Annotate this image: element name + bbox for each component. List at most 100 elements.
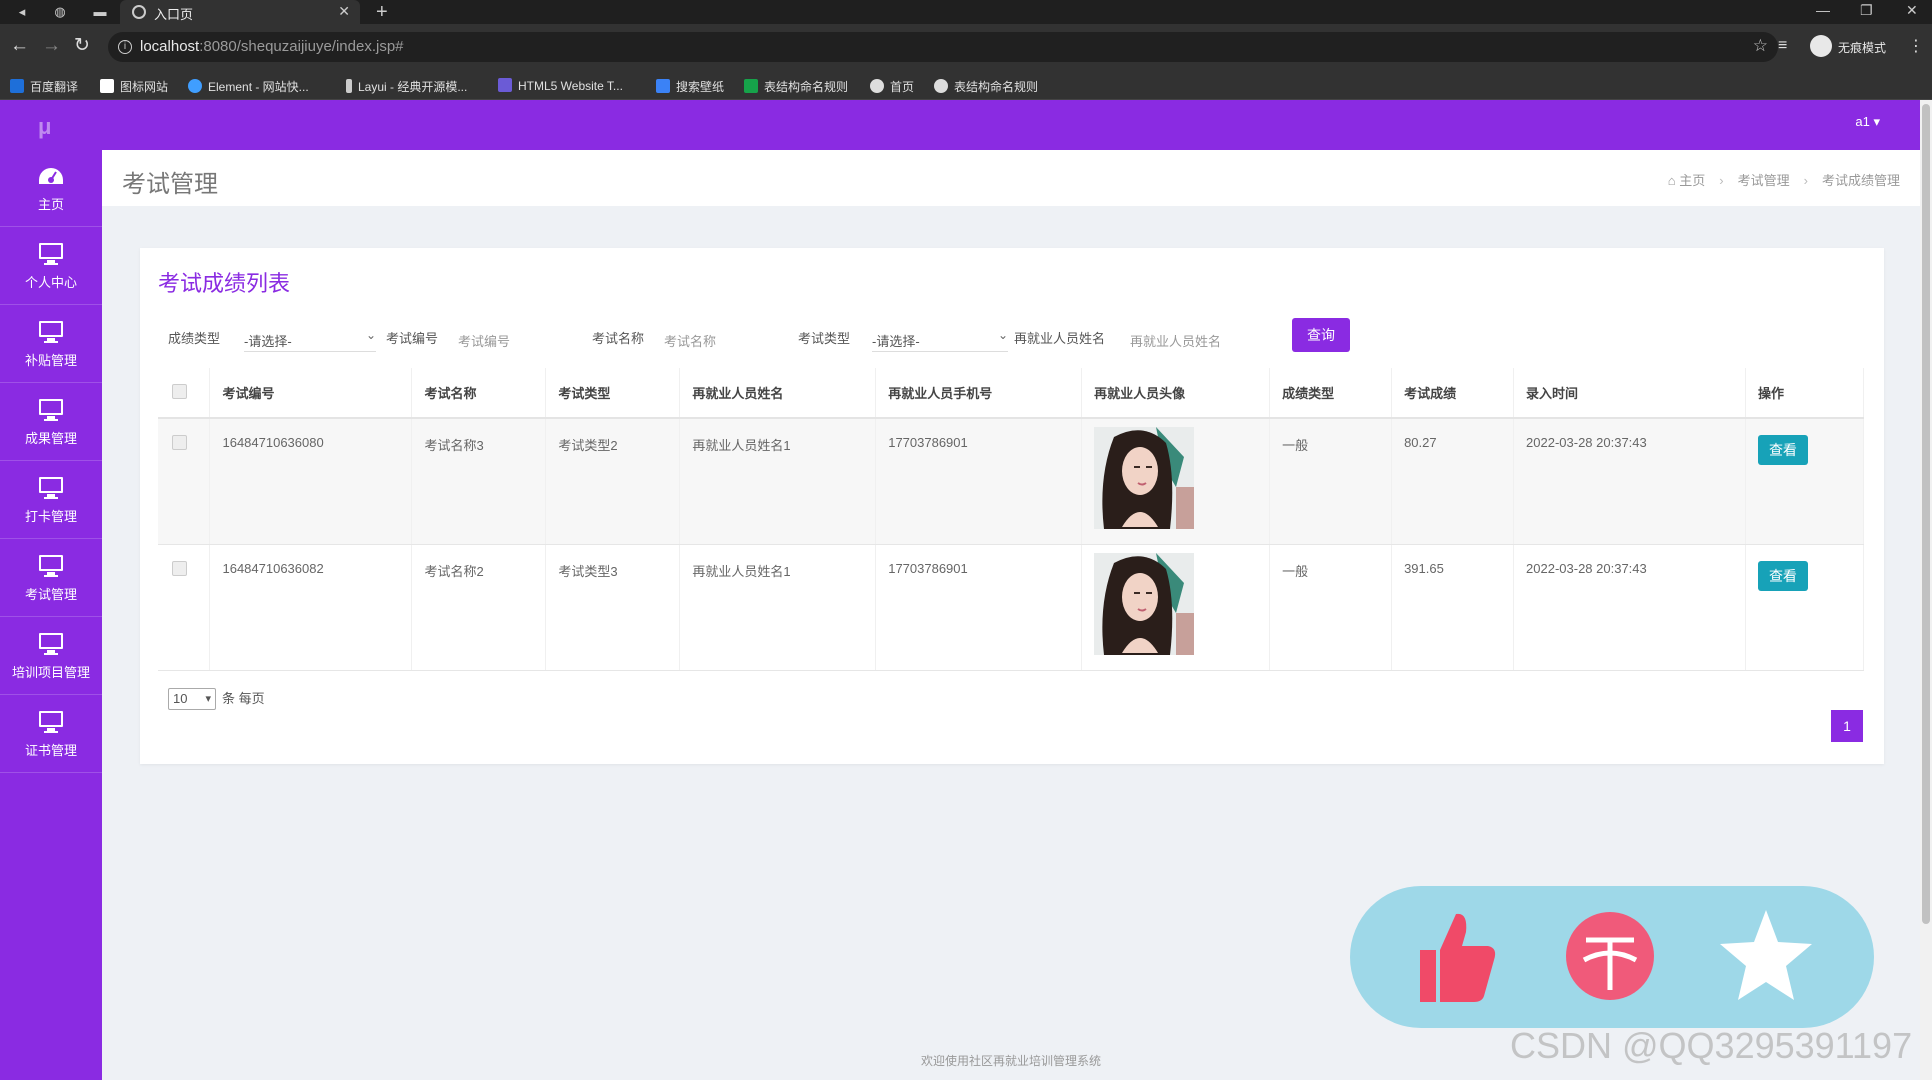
column-header[interactable]: 考试成绩 <box>1391 368 1515 419</box>
monitor-icon <box>39 321 63 343</box>
breadcrumb-separator-icon: › <box>1803 173 1808 188</box>
app-logo: μ <box>38 114 52 139</box>
bookmark-item[interactable]: 百度翻译 <box>10 78 78 95</box>
home-icon: ⌂ <box>1667 173 1680 188</box>
reading-list-icon[interactable]: ≡ <box>1778 37 1787 55</box>
back-icon[interactable]: ← <box>10 36 29 56</box>
column-header[interactable]: 考试名称 <box>411 368 547 419</box>
column-header[interactable]: 再就业人员手机号 <box>875 368 1083 419</box>
sidebar-item-label: 培训项目管理 <box>11 665 90 680</box>
bookmark-item[interactable]: 图标网站 <box>100 78 168 95</box>
sidebar-item-exams[interactable]: 考试管理 <box>0 540 102 617</box>
avatar[interactable] <box>1094 552 1195 655</box>
bookmark-item[interactable]: HTML5 Website T... <box>498 78 623 93</box>
exam-no-placeholder: 考试编号 <box>458 334 511 349</box>
browser-menu-icon[interactable]: ⋮ <box>1908 36 1924 56</box>
cell-actions: 查看 <box>1745 544 1865 671</box>
bookmark-item[interactable]: 表结构命名规则 <box>744 78 848 95</box>
card-title: 考试成绩列表 <box>158 271 291 296</box>
sidebar-item-checkin[interactable]: 打卡管理 <box>0 462 102 539</box>
forward-icon[interactable]: → <box>42 36 61 56</box>
row-select-cell <box>158 418 211 545</box>
url-host: localhost <box>140 38 200 55</box>
social-overlay <box>1350 886 1874 1028</box>
bookmark-item[interactable]: 搜索壁纸 <box>656 78 724 95</box>
bookmark-label: 图标网站 <box>120 80 169 94</box>
sidebar: 主页 个人中心 补贴管理 成果管理 打卡管理 考试管理 培训项目管理 证书管理 <box>0 150 102 1080</box>
globe-icon[interactable]: ◍ <box>52 4 68 20</box>
exam-type-select[interactable]: -请选择- ⌄ <box>872 324 1008 352</box>
user-menu[interactable]: a1 ▾ <box>1855 114 1880 130</box>
page-scrollbar[interactable] <box>1920 100 1932 1080</box>
sidebar-item-home[interactable]: 主页 <box>0 150 102 227</box>
select-all-checkbox[interactable] <box>172 383 187 399</box>
column-header[interactable]: 再就业人员头像 <box>1081 368 1271 419</box>
score-type-select[interactable]: -请选择- ⌄ <box>244 324 376 352</box>
coin-icon[interactable] <box>1560 906 1660 1006</box>
row-select-cell <box>158 544 211 671</box>
cell-avatar <box>1081 418 1271 545</box>
exam-type-value: -请选择- <box>872 334 920 349</box>
window-icon[interactable]: ▬ <box>92 4 108 20</box>
tab-favicon-icon <box>132 5 146 19</box>
avatar[interactable] <box>1094 427 1195 529</box>
row-checkbox[interactable] <box>172 560 187 576</box>
breadcrumb: ⌂ 主页 › 考试管理 › 考试成绩管理 <box>1668 170 1900 189</box>
star-icon[interactable] <box>1716 906 1816 1006</box>
filter-bar: 成绩类型 -请选择- ⌄ 考试编号 考试编号 考试名称 考试名称 考试类型 -请… <box>140 318 1884 358</box>
column-header[interactable]: 考试编号 <box>209 368 413 419</box>
reload-icon[interactable]: ↻ <box>74 36 90 56</box>
minimize-icon[interactable]: — <box>1816 2 1830 18</box>
tab-close-icon[interactable]: ✕ <box>338 3 350 20</box>
column-header[interactable]: 再就业人员姓名 <box>679 368 877 419</box>
view-button[interactable]: 查看 <box>1757 560 1808 591</box>
url-input[interactable]: i localhost:8080/shequzaijiuye/index.jsp… <box>108 32 1778 62</box>
breadcrumb-exam-management[interactable]: 考试管理 <box>1738 173 1790 188</box>
exam-no-input[interactable]: 考试编号 <box>458 324 578 352</box>
query-button[interactable]: 查询 <box>1292 318 1350 352</box>
restore-icon[interactable]: ❐ <box>1860 2 1873 19</box>
bookmark-item[interactable]: 表结构命名规则 <box>934 78 1038 95</box>
bookmark-label: 表结构命名规则 <box>954 80 1039 94</box>
breadcrumb-home[interactable]: 主页 <box>1679 173 1705 188</box>
bookmark-item[interactable]: Element - 网站快... <box>188 78 309 95</box>
bookmark-label: 表结构命名规则 <box>764 80 849 94</box>
bookmark-favicon-icon <box>656 79 670 93</box>
view-button[interactable]: 查看 <box>1757 435 1808 465</box>
sidebar-item-certificates[interactable]: 证书管理 <box>0 696 102 773</box>
monitor-icon <box>39 477 63 499</box>
person-name-input[interactable]: 再就业人员姓名 <box>1130 324 1280 352</box>
column-header[interactable]: 成绩类型 <box>1269 368 1393 419</box>
sidebar-item-label: 补贴管理 <box>24 353 77 368</box>
profile-area[interactable]: ≡ 无痕模式 <box>1778 34 1908 60</box>
sidebar-item-results[interactable]: 成果管理 <box>0 384 102 461</box>
sidebar-item-training[interactable]: 培训项目管理 <box>0 618 102 695</box>
breadcrumb-current: 考试成绩管理 <box>1821 173 1900 188</box>
app-top-nav: μ a1 ▾ <box>0 100 1920 150</box>
exam-name-label: 考试名称 <box>592 331 645 346</box>
exam-name-input[interactable]: 考试名称 <box>664 324 784 352</box>
select-all-cell <box>158 368 211 419</box>
row-checkbox[interactable] <box>172 435 187 450</box>
column-header[interactable]: 考试类型 <box>545 368 681 419</box>
sidebar-item-label: 考试管理 <box>24 587 77 602</box>
new-tab-icon[interactable]: + <box>376 1 388 23</box>
sidebar-item-subsidy[interactable]: 补贴管理 <box>0 306 102 383</box>
sidebar-item-personal-center[interactable]: 个人中心 <box>0 228 102 305</box>
bookmark-item[interactable]: Layui - 经典开源模... <box>346 78 467 95</box>
bookmark-star-icon[interactable]: ☆ <box>1753 36 1768 56</box>
window-close-icon[interactable]: ✕ <box>1906 2 1918 19</box>
bookmark-item[interactable]: 首页 <box>870 78 914 95</box>
page-size-select[interactable]: 10 ▾ <box>168 688 216 710</box>
speaker-icon[interactable]: ◂ <box>14 4 30 20</box>
thumbs-up-icon[interactable] <box>1402 906 1502 1006</box>
pagination-page-1[interactable]: 1 <box>1831 710 1863 742</box>
cell-score: 391.65 <box>1391 544 1515 671</box>
site-info-icon[interactable]: i <box>118 40 132 54</box>
scrollbar-thumb[interactable] <box>1922 104 1930 924</box>
browser-tab-active[interactable]: 入口页 ✕ <box>120 0 360 24</box>
column-header[interactable]: 录入时间 <box>1513 368 1746 419</box>
dashboard-icon <box>39 168 63 184</box>
cell-exam-name: 考试名称3 <box>411 418 547 545</box>
bookmark-favicon-icon <box>100 79 114 93</box>
